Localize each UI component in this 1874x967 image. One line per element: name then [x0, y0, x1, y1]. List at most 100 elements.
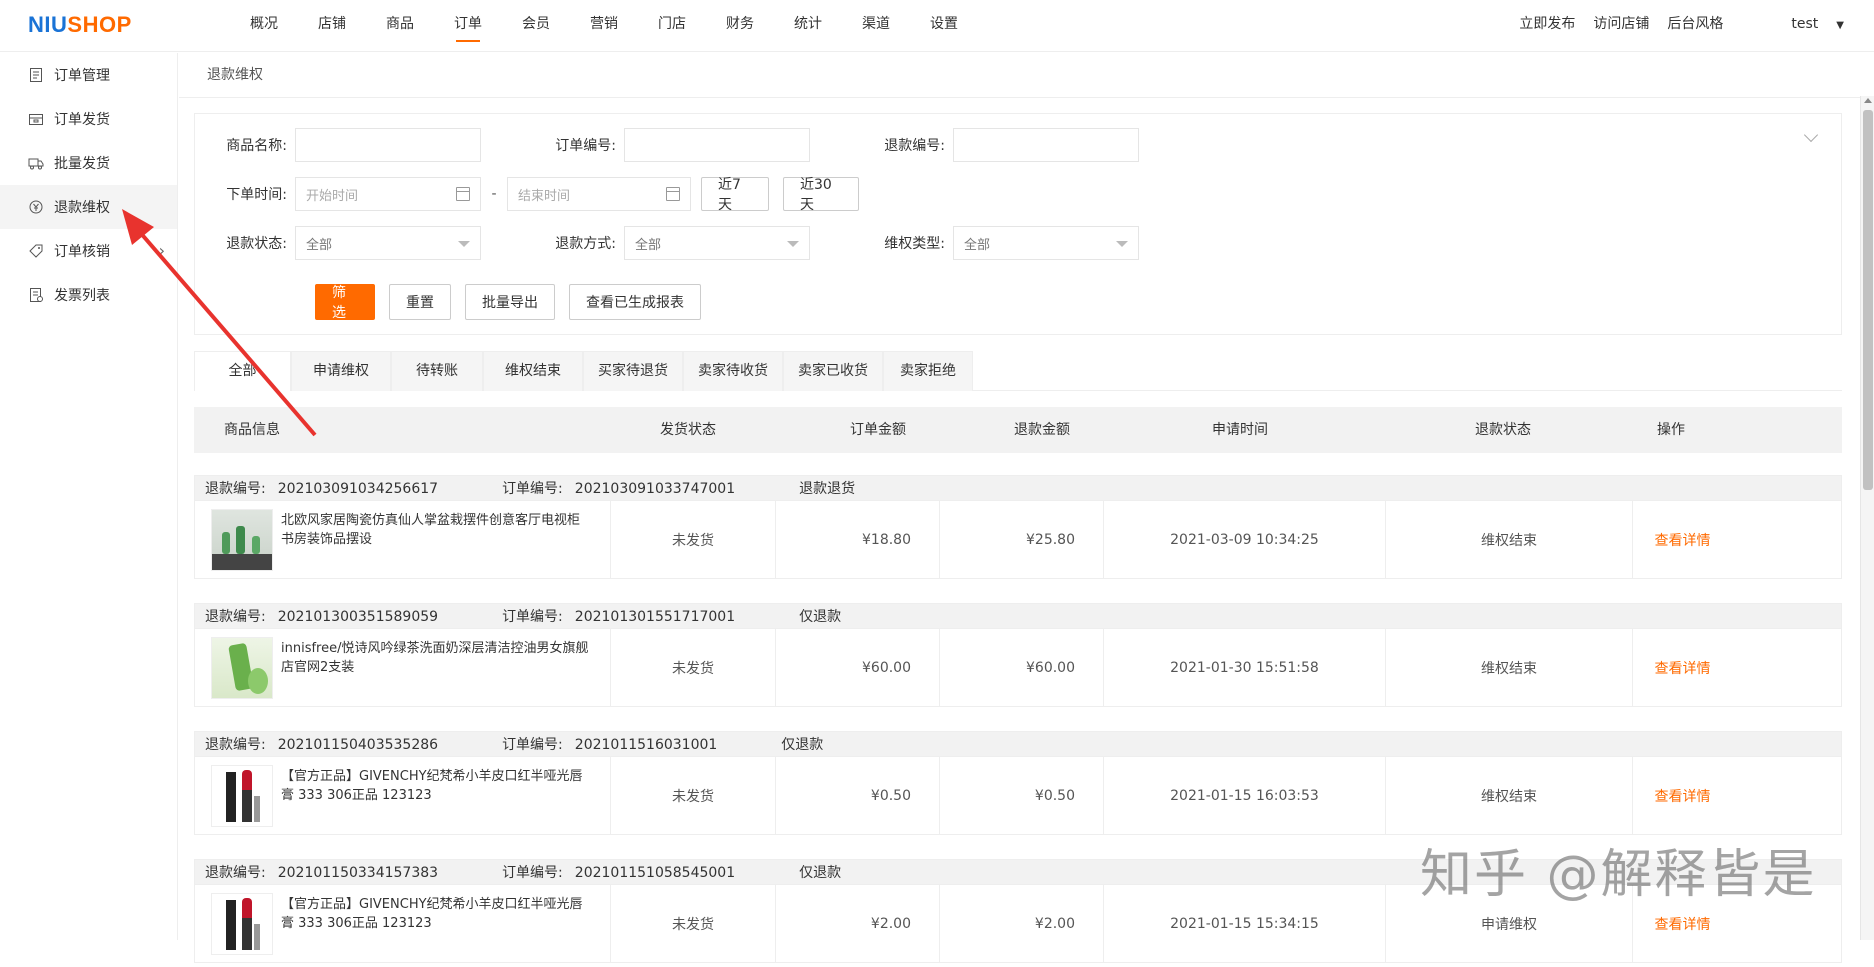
chevron-down-icon[interactable] — [1803, 127, 1819, 143]
col-ship-status: 发货状态 — [660, 422, 716, 438]
tab-seller-rejected[interactable]: 卖家拒绝 — [883, 351, 973, 391]
tab-buyer-return[interactable]: 买家待退货 — [583, 351, 683, 391]
sidebar-item-order-shipping[interactable]: 订单发货 — [0, 97, 177, 141]
tab-finished[interactable]: 维权结束 — [483, 351, 583, 391]
product-name[interactable]: innisfree/悦诗风吟绿茶洗面奶深层清洁控油男女旗舰店官网2支装 — [281, 639, 591, 677]
dispute-type-value: 全部 — [964, 237, 991, 253]
publish-link[interactable]: 立即发布 — [1519, 0, 1575, 50]
sidebar-item-label: 批量发货 — [54, 156, 110, 172]
product-name[interactable]: 北欧风家居陶瓷仿真仙人掌盆栽摆件创意客厅电视柜书房装饰品摆设 — [281, 511, 591, 549]
nav-goods[interactable]: 商品 — [366, 0, 434, 52]
nav-members[interactable]: 会员 — [502, 0, 570, 52]
nav-orders[interactable]: 订单 — [434, 0, 502, 52]
tab-seller-received[interactable]: 卖家已收货 — [783, 351, 883, 391]
scrollbar-thumb[interactable] — [1863, 110, 1873, 490]
product-thumbnail[interactable] — [211, 765, 273, 827]
refund-no: 退款编号: 202101300351589059 — [205, 606, 450, 626]
sidebar-item-batch-shipping[interactable]: 批量发货 — [0, 141, 177, 185]
nav-stats[interactable]: 统计 — [774, 0, 842, 52]
refund-amount: ¥2.00 — [939, 885, 1103, 963]
record-body: 【官方正品】GIVENCHY纪梵希小羊皮口红半哑光唇膏 333 306正品 12… — [194, 757, 1842, 835]
scroll-up-arrow-icon[interactable] — [1864, 98, 1872, 103]
nav-finance[interactable]: 财务 — [706, 0, 774, 52]
tag-icon — [29, 244, 43, 258]
breadcrumb: 退款维权 — [179, 53, 1861, 98]
refund-status: 维权结束 — [1385, 757, 1632, 835]
view-reports-button[interactable]: 查看已生成报表 — [569, 284, 701, 320]
status-tabs: 全部 申请维权 待转账 维权结束 买家待退货 卖家待收货 卖家已收货 卖家拒绝 — [194, 351, 1842, 391]
view-details-link[interactable]: 查看详情 — [1632, 501, 1732, 579]
refund-method: 退款退货 — [799, 481, 856, 497]
visit-shop-link[interactable]: 访问店铺 — [1593, 0, 1649, 50]
refund-no-input[interactable] — [953, 128, 1139, 162]
refund-no-label: 退款编号: — [884, 138, 945, 154]
date-separator: - — [491, 186, 497, 202]
nav-marketing[interactable]: 营销 — [570, 0, 638, 52]
col-refund-amount: 退款金额 — [1014, 422, 1070, 438]
order-no-label: 订单编号: — [555, 138, 616, 154]
admin-theme-link[interactable]: 后台风格 — [1667, 0, 1723, 50]
record-header: 退款编号: 202103091034256617 订单编号: 20210309103… — [194, 475, 1842, 501]
record-body: innisfree/悦诗风吟绿茶洗面奶深层清洁控油男女旗舰店官网2支装 未发货 … — [194, 629, 1842, 707]
truck-icon — [28, 158, 44, 170]
nav-stores[interactable]: 门店 — [638, 0, 706, 52]
view-details-link[interactable]: 查看详情 — [1632, 757, 1732, 835]
main-content: 退款维权 商品名称: 订单编号: 退款编号: 下单时间: 开始时间 - 结束时间… — [179, 53, 1861, 963]
order-no: 订单编号: 202103091033747001 — [502, 478, 747, 498]
tab-pending-transfer[interactable]: 待转账 — [391, 351, 483, 391]
order-no: 订单编号: 2021011516031001 — [502, 734, 729, 754]
order-no-value: 202101301551717001 — [574, 609, 736, 625]
order-amount: ¥18.80 — [775, 501, 939, 579]
nav-channels[interactable]: 渠道 — [842, 0, 910, 52]
product-name[interactable]: 【官方正品】GIVENCHY纪梵希小羊皮口红半哑光唇膏 333 306正品 12… — [281, 895, 591, 933]
refund-no-value: 202101150334157383 — [277, 865, 439, 881]
refund-record: 退款编号: 202103091034256617 订单编号: 20210309103… — [194, 475, 1842, 583]
view-details-link[interactable]: 查看详情 — [1632, 629, 1732, 707]
last-30-days-button[interactable]: 近30天 — [783, 177, 859, 213]
annotation-arrow — [122, 209, 317, 437]
logo-part-1: NIU — [28, 12, 68, 37]
nav-shop[interactable]: 店铺 — [298, 0, 366, 52]
product-thumbnail[interactable] — [211, 509, 273, 571]
sidebar-item-order-management[interactable]: 订单管理 — [0, 53, 177, 97]
refund-no-label: 退款编号: — [205, 481, 266, 497]
batch-export-button[interactable]: 批量导出 — [465, 284, 555, 320]
ship-status: 未发货 — [610, 629, 775, 707]
reset-button[interactable]: 重置 — [389, 284, 451, 320]
ship-status: 未发货 — [610, 501, 775, 579]
refund-amount: ¥60.00 — [939, 629, 1103, 707]
refund-no: 退款编号: 202103091034256617 — [205, 478, 450, 498]
apply-time: 2021-01-15 16:03:53 — [1103, 757, 1385, 835]
refund-no-label: 退款编号: — [205, 865, 266, 881]
refund-method-select[interactable]: 全部 — [624, 226, 810, 260]
order-no-label: 订单编号: — [502, 865, 563, 881]
order-amount: ¥2.00 — [775, 885, 939, 963]
refund-no-value: 202103091034256617 — [277, 481, 439, 497]
product-name[interactable]: 【官方正品】GIVENCHY纪梵希小羊皮口红半哑光唇膏 333 306正品 12… — [281, 767, 591, 805]
ship-status: 未发货 — [610, 885, 775, 963]
nav-overview[interactable]: 概况 — [230, 0, 298, 52]
refund-method: 仅退款 — [781, 737, 824, 753]
product-thumbnail[interactable] — [211, 637, 273, 699]
tab-seller-pending[interactable]: 卖家待收货 — [683, 351, 783, 391]
user-menu[interactable]: test ▼ — [1773, 0, 1844, 50]
refund-no: 退款编号: 202101150403535286 — [205, 734, 450, 754]
dispute-type-select[interactable]: 全部 — [953, 226, 1139, 260]
order-no-input[interactable] — [624, 128, 810, 162]
page-scrollbar[interactable] — [1860, 96, 1874, 940]
dropdown-arrow-icon — [458, 241, 470, 247]
refund-no-label: 退款编号: — [205, 609, 266, 625]
niushop-logo[interactable]: NIUSHOP — [28, 12, 132, 38]
end-date-placeholder: 结束时间 — [518, 188, 571, 204]
sidebar-item-label: 退款维权 — [54, 200, 110, 216]
last-7-days-button[interactable]: 近7天 — [701, 177, 769, 213]
end-date-input[interactable]: 结束时间 — [507, 177, 691, 211]
refund-method: 仅退款 — [799, 865, 842, 881]
refund-record: 退款编号: 202101300351589059 订单编号: 20210130155… — [194, 603, 1842, 711]
product-thumbnail[interactable] — [211, 893, 273, 955]
start-date-placeholder: 开始时间 — [306, 188, 359, 204]
product-name-input[interactable] — [295, 128, 481, 162]
calendar-icon — [456, 187, 470, 201]
order-no-value: 202101151058545001 — [574, 865, 736, 881]
nav-settings[interactable]: 设置 — [910, 0, 978, 52]
